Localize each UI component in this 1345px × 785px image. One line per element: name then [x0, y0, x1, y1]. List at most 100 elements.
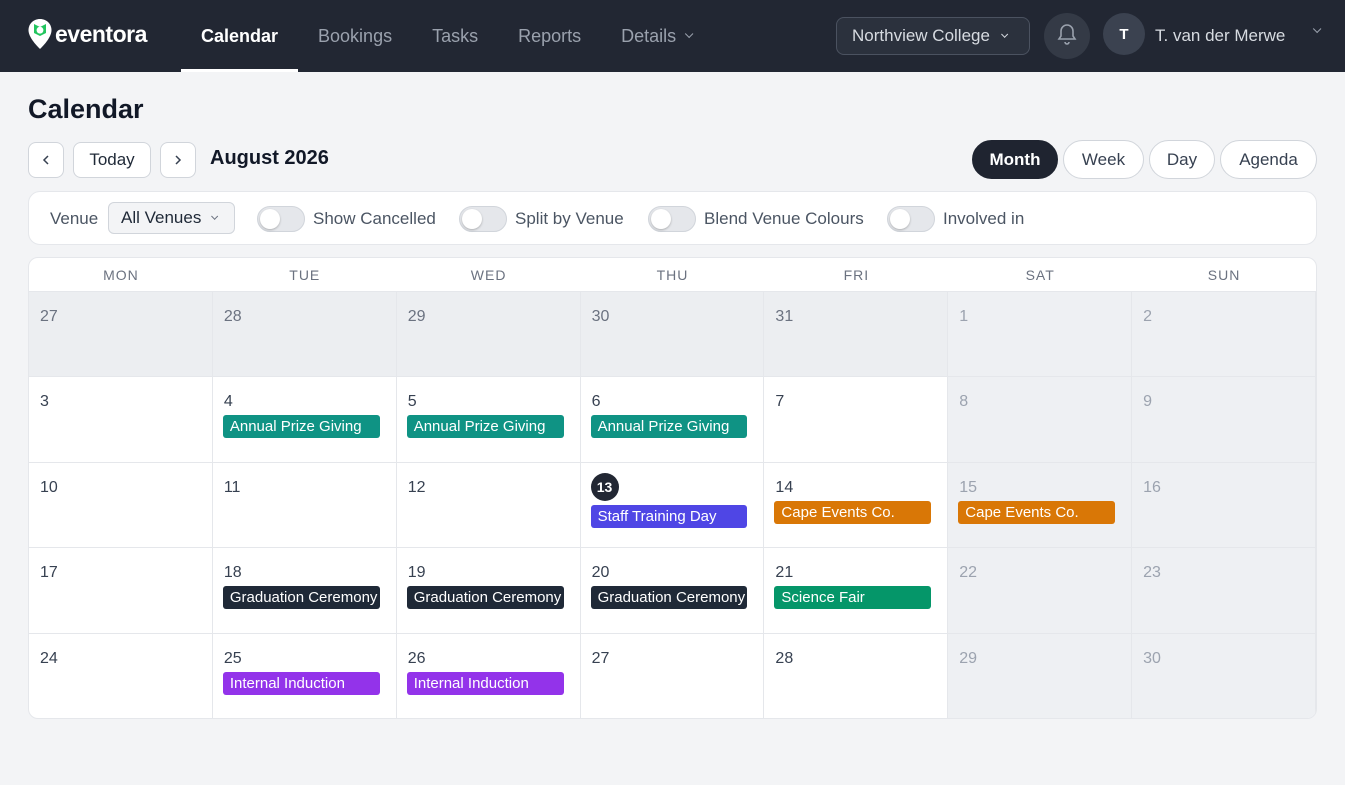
day-number: 7 — [775, 393, 785, 411]
chevron-down-icon[interactable] — [1312, 24, 1322, 34]
organization-select[interactable]: Northview College — [836, 17, 1030, 55]
day-cell[interactable]: 24 — [29, 633, 213, 718]
day-number: 20 — [591, 564, 610, 582]
day-cell[interactable]: 25 Internal Induction — [212, 633, 397, 718]
day-cell[interactable]: 19 Graduation Ceremony — [396, 548, 581, 634]
day-cell[interactable]: 11 — [212, 462, 397, 549]
day-cell[interactable]: 27 — [29, 292, 213, 378]
day-number: 28 — [223, 308, 242, 325]
blend-venue-colours-toggle[interactable]: Blend Venue Colours — [648, 206, 864, 232]
calendar-event[interactable]: Internal Induction — [406, 671, 564, 695]
day-cell[interactable]: 3 — [29, 377, 213, 463]
day-cell[interactable]: 26 Internal Induction — [396, 633, 581, 718]
day-cell[interactable]: 13 Staff Training Day — [580, 462, 765, 549]
toggle-knob — [890, 209, 910, 229]
nav-calendar[interactable]: Calendar — [181, 0, 299, 72]
chevron-down-icon — [211, 212, 219, 220]
day-cell[interactable]: 4 Annual Prize Giving — [212, 377, 397, 463]
day-cell[interactable]: 10 — [29, 462, 213, 549]
day-cell[interactable]: 1 — [948, 292, 1133, 378]
involved-in-toggle[interactable]: Involved in — [887, 206, 1024, 232]
chevron-down-icon — [1001, 30, 1009, 38]
show-cancelled-toggle[interactable]: Show Cancelled — [257, 206, 436, 232]
toggle-knob — [260, 209, 280, 229]
nav-bookings[interactable]: Bookings — [298, 0, 412, 72]
day-number: 6 — [591, 393, 601, 411]
day-cell[interactable]: 31 — [764, 292, 949, 378]
day-number: 11 — [223, 478, 241, 496]
today-date-badge: 13 — [590, 472, 619, 501]
day-cell[interactable]: 30 — [1132, 633, 1316, 718]
day-cell[interactable]: 5 Annual Prize Giving — [396, 377, 581, 463]
notifications-button[interactable] — [1044, 13, 1090, 59]
calendar-event[interactable]: Graduation Ceremony — [222, 586, 380, 610]
calendar-event[interactable]: Graduation Ceremony — [406, 586, 564, 610]
nav-reports[interactable]: Reports — [498, 0, 601, 72]
blend-venue-colours-label: Blend Venue Colours — [704, 209, 864, 228]
nav-details[interactable]: Details — [601, 0, 710, 72]
day-cell[interactable]: 15 Cape Events Co. — [948, 462, 1133, 549]
user-avatar[interactable]: T — [1103, 13, 1145, 55]
day-cell[interactable]: 21 Science Fair — [764, 548, 949, 634]
page-title: Calendar — [28, 94, 144, 124]
day-cell[interactable]: 6 Annual Prize Giving — [580, 377, 765, 463]
bell-icon — [1057, 23, 1077, 50]
venue-select[interactable]: All Venues — [108, 202, 235, 234]
user-name[interactable]: T. van der Merwe — [1155, 26, 1285, 46]
current-month-label: August 2026 — [210, 147, 329, 169]
toggle-track — [459, 206, 507, 232]
calendar-event[interactable]: Annual Prize Giving — [590, 415, 748, 439]
day-cell[interactable]: 9 — [1132, 377, 1316, 463]
day-number: 14 — [775, 478, 794, 496]
today-button[interactable]: Today — [73, 142, 151, 178]
day-number: 1 — [959, 308, 969, 325]
prev-month-button[interactable] — [28, 142, 64, 178]
view-week-button[interactable]: Week — [1063, 140, 1144, 179]
day-cell[interactable]: 20 Graduation Ceremony — [580, 548, 765, 634]
day-number: 10 — [40, 478, 58, 496]
day-number: 29 — [959, 649, 978, 667]
calendar-event[interactable]: Annual Prize Giving — [222, 415, 380, 439]
day-cell[interactable]: 8 — [948, 377, 1133, 463]
weekday-header-thu: THU — [580, 258, 765, 292]
calendar-event[interactable]: Cape Events Co. — [958, 500, 1116, 524]
day-cell[interactable]: 18 Graduation Ceremony — [212, 548, 397, 634]
calendar-event[interactable]: Annual Prize Giving — [406, 415, 564, 439]
view-day-button[interactable]: Day — [1149, 140, 1215, 179]
calendar-event[interactable]: Graduation Ceremony — [590, 586, 748, 610]
eventora-logo[interactable]: eventora — [27, 18, 147, 50]
venue-select-value: All Venues — [121, 208, 202, 227]
view-agenda-button[interactable]: Agenda — [1220, 140, 1317, 179]
day-number: 16 — [1143, 478, 1161, 496]
calendar-event[interactable]: Staff Training Day — [590, 504, 748, 528]
calendar-event[interactable]: Science Fair — [774, 586, 932, 610]
chevron-left-icon — [42, 150, 50, 170]
day-cell[interactable]: 28 — [764, 633, 949, 718]
day-number: 12 — [407, 478, 426, 496]
day-cell[interactable]: 29 — [396, 292, 581, 378]
day-cell[interactable]: 30 — [580, 292, 765, 378]
day-cell[interactable]: 2 — [1132, 292, 1316, 378]
day-cell[interactable]: 12 — [396, 462, 581, 549]
view-month-button[interactable]: Month — [972, 140, 1058, 179]
day-cell[interactable]: 27 — [580, 633, 765, 718]
weekday-header-fri: FRI — [764, 258, 949, 292]
venue-label: Venue — [50, 209, 99, 228]
nav-tasks[interactable]: Tasks — [412, 0, 498, 72]
day-cell[interactable]: 14 Cape Events Co. — [764, 462, 949, 549]
day-cell[interactable]: 23 — [1132, 548, 1316, 634]
day-cell[interactable]: 7 — [764, 377, 949, 463]
involved-in-label: Involved in — [943, 209, 1025, 228]
calendar-event[interactable]: Internal Induction — [222, 671, 380, 695]
day-cell[interactable]: 28 — [212, 292, 397, 378]
day-number: 9 — [1143, 393, 1153, 411]
next-month-button[interactable] — [160, 142, 196, 178]
day-cell[interactable]: 16 — [1132, 462, 1316, 549]
day-number: 2 — [1143, 308, 1153, 325]
day-number: 4 — [223, 393, 233, 411]
split-by-venue-toggle[interactable]: Split by Venue — [459, 206, 624, 232]
calendar-event[interactable]: Cape Events Co. — [774, 500, 932, 524]
day-cell[interactable]: 17 — [29, 548, 213, 634]
day-cell[interactable]: 29 — [948, 633, 1133, 718]
day-cell[interactable]: 22 — [948, 548, 1133, 634]
